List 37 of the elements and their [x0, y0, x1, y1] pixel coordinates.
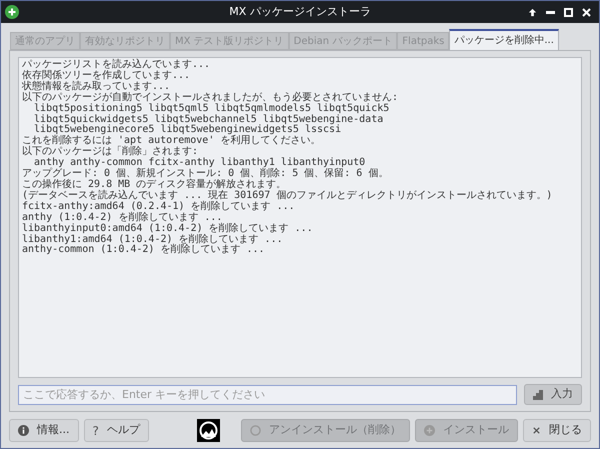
info-icon [18, 425, 29, 436]
log-line: anthy-common (1:0.4-2) を削除しています ... [22, 245, 266, 256]
log-line: libqt5webenginecore5 libqt5webenginewidgets5 lsscsi [33, 125, 342, 136]
minimize-icon[interactable] [546, 10, 555, 14]
log-line: (データベースを読み込んでいます ... 現在 301697 個のファイルとディレクトリがインストールされています。) [22, 190, 554, 201]
log-line: anthy (1:0.4-2) を削除しています ... [22, 212, 222, 223]
log-line: 以下のパッケージは「削除」されます: [22, 147, 198, 158]
help-button[interactable]: ? ヘルプ [84, 419, 149, 442]
log-line: anthy anthy-common fcitx-anthy libanthy1 libanthyinput0 [33, 158, 366, 168]
plus-circle-icon [5, 5, 19, 19]
log-line: libqt5quickwidgets5 libqt5webchannel5 libqt5webengine-data [33, 114, 384, 125]
log-line: 状態情報を読み取っています... [22, 82, 172, 92]
log-line: 依存関係ツリーを作成しています... [22, 70, 192, 81]
log-line: これを削除するには 'apt autoremove' を利用してください。 [22, 136, 322, 146]
arrow-up-icon[interactable] [528, 8, 537, 16]
log-line: libqt5positioning5 libqt5qml5 libqt5qmlmodels5 libqt5quick5 [33, 104, 390, 114]
log-line: この操作後に 29.8 MB のディスク容量が解放されます。 [22, 180, 288, 190]
close-icon[interactable] [582, 8, 591, 16]
log-line: libanthyinput0:amd64 (1:0.4-2) を削除しています ... [22, 224, 314, 234]
enter-button[interactable]: 入力 [524, 384, 582, 405]
log-line: libanthy1:amd64 (1:0.4-2) を削除しています ... [22, 234, 284, 244]
tab[interactable]: パッケージを削除中... [449, 29, 559, 50]
log-line: 以下のパッケージが自動でインストールされましたが、もう必要とされていません: [22, 92, 400, 103]
close-icon [532, 426, 541, 435]
question-icon: ? [92, 424, 99, 436]
log-line: fcitx-anthy:amd64 (0.2.4-1) を削除しています ... [22, 202, 296, 212]
maximize-icon[interactable] [564, 8, 573, 16]
close-button[interactable]: 閉じる [523, 419, 591, 442]
window-title: MX パッケージインストーラ [228, 4, 372, 20]
log-line: アップグレード: 0 個、新規インストール: 0 個、削除: 5 個、保留: 6 個。 [22, 169, 390, 180]
circle-icon [250, 425, 261, 436]
answer-field[interactable]: ここで応答するか、Enter キーを押してください [18, 384, 517, 404]
plus-circle-icon [424, 425, 435, 436]
log-line: パッケージリストを読み込んでいます... [22, 60, 212, 70]
enter-icon [533, 390, 543, 400]
mountain-logo-icon [196, 419, 220, 442]
info-button[interactable]: 情報... [9, 419, 78, 442]
